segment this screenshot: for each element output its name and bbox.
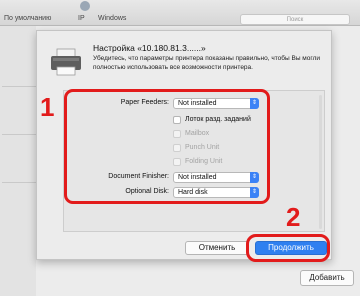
tab-windows[interactable]: Windows [98, 15, 126, 22]
background-sidebar [0, 26, 36, 296]
search-field[interactable]: Поиск [240, 14, 350, 25]
scrollbar[interactable] [319, 95, 322, 229]
dialog-description: Убедитесь, что параметры принтера показа… [93, 55, 321, 71]
cancel-button[interactable]: Отменить [185, 241, 249, 255]
add-button[interactable]: Добавить [300, 270, 354, 286]
network-icon [80, 1, 90, 11]
annotation-box-options [64, 89, 270, 204]
tab-default[interactable]: По умолчанию [4, 15, 51, 22]
annotation-step-2: 2 [286, 202, 301, 232]
annotation-step-1: 1 [40, 92, 55, 122]
dialog-title: Настройка «10.180.81.3......» [93, 43, 206, 53]
annotation-box-continue [246, 234, 330, 262]
background-toolbar: По умолчанию IP Windows Поиск [0, 0, 360, 26]
tab-ip[interactable]: IP [78, 15, 85, 22]
printer-icon [51, 48, 81, 76]
